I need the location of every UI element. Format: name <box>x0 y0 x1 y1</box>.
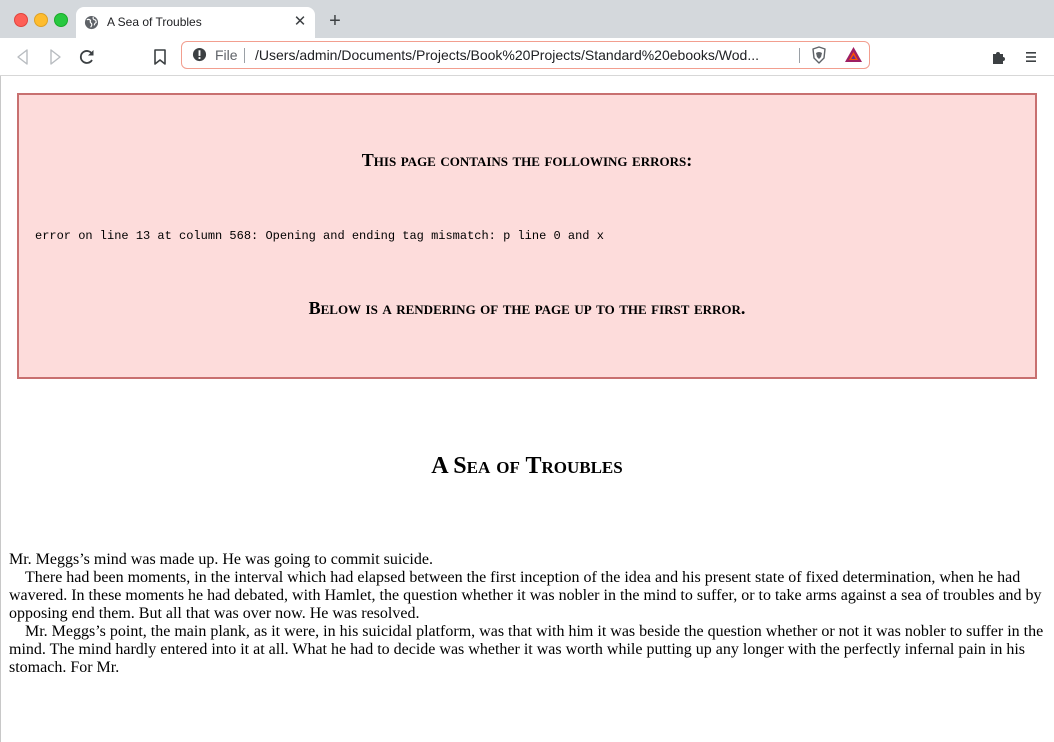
new-tab-button[interactable]: + <box>325 11 345 31</box>
paragraph: Mr. Meggs’s mind was made up. He was goi… <box>9 551 433 568</box>
error-message: error on line 13 at column 568: Opening … <box>35 229 604 243</box>
paragraph: There had been moments, in the interval … <box>9 569 1042 622</box>
omnibox-divider <box>244 48 245 63</box>
tab-title: A Sea of Troubles <box>107 15 202 29</box>
address-bar[interactable]: File /Users/admin/Documents/Projects/Boo… <box>181 41 870 69</box>
globe-icon <box>84 15 99 30</box>
omnibox-divider <box>799 48 800 63</box>
bookmark-icon[interactable] <box>149 46 171 68</box>
reload-icon[interactable] <box>76 46 98 68</box>
puzzle-icon[interactable] <box>988 46 1010 68</box>
url-scheme-label: File <box>215 47 238 63</box>
paragraph: Mr. Meggs’s point, the main plank, as it… <box>9 623 1044 676</box>
bat-triangle-icon[interactable] <box>844 46 863 64</box>
tab-strip: A Sea of Troubles ✕ + <box>0 0 1054 38</box>
document-body: Mr. Meggs’s mind was made up. He was goi… <box>9 551 1047 677</box>
url-text[interactable]: /Users/admin/Documents/Projects/Book%20P… <box>255 47 795 63</box>
error-footer: Below is a rendering of the page up to t… <box>308 298 746 318</box>
lion-shield-icon[interactable] <box>810 46 828 64</box>
browser-tab[interactable]: A Sea of Troubles ✕ <box>76 7 315 38</box>
window-zoom-button[interactable] <box>54 13 68 27</box>
error-heading: This page contains the following errors: <box>361 150 693 170</box>
browser-toolbar: File /Users/admin/Documents/Projects/Boo… <box>0 38 1054 76</box>
window-minimize-button[interactable] <box>34 13 48 27</box>
warning-circle-icon[interactable] <box>192 47 207 62</box>
hamburger-menu-icon[interactable] <box>1020 46 1042 68</box>
page-viewport: This page contains the following errors:… <box>0 76 1054 742</box>
tab-close-icon[interactable]: ✕ <box>291 13 309 31</box>
forward-arrow-icon[interactable] <box>44 46 66 68</box>
document-title: A Sea of Troubles <box>431 453 623 479</box>
xml-error-box: This page contains the following errors:… <box>17 93 1037 379</box>
window-close-button[interactable] <box>14 13 28 27</box>
back-arrow-icon[interactable] <box>12 46 34 68</box>
